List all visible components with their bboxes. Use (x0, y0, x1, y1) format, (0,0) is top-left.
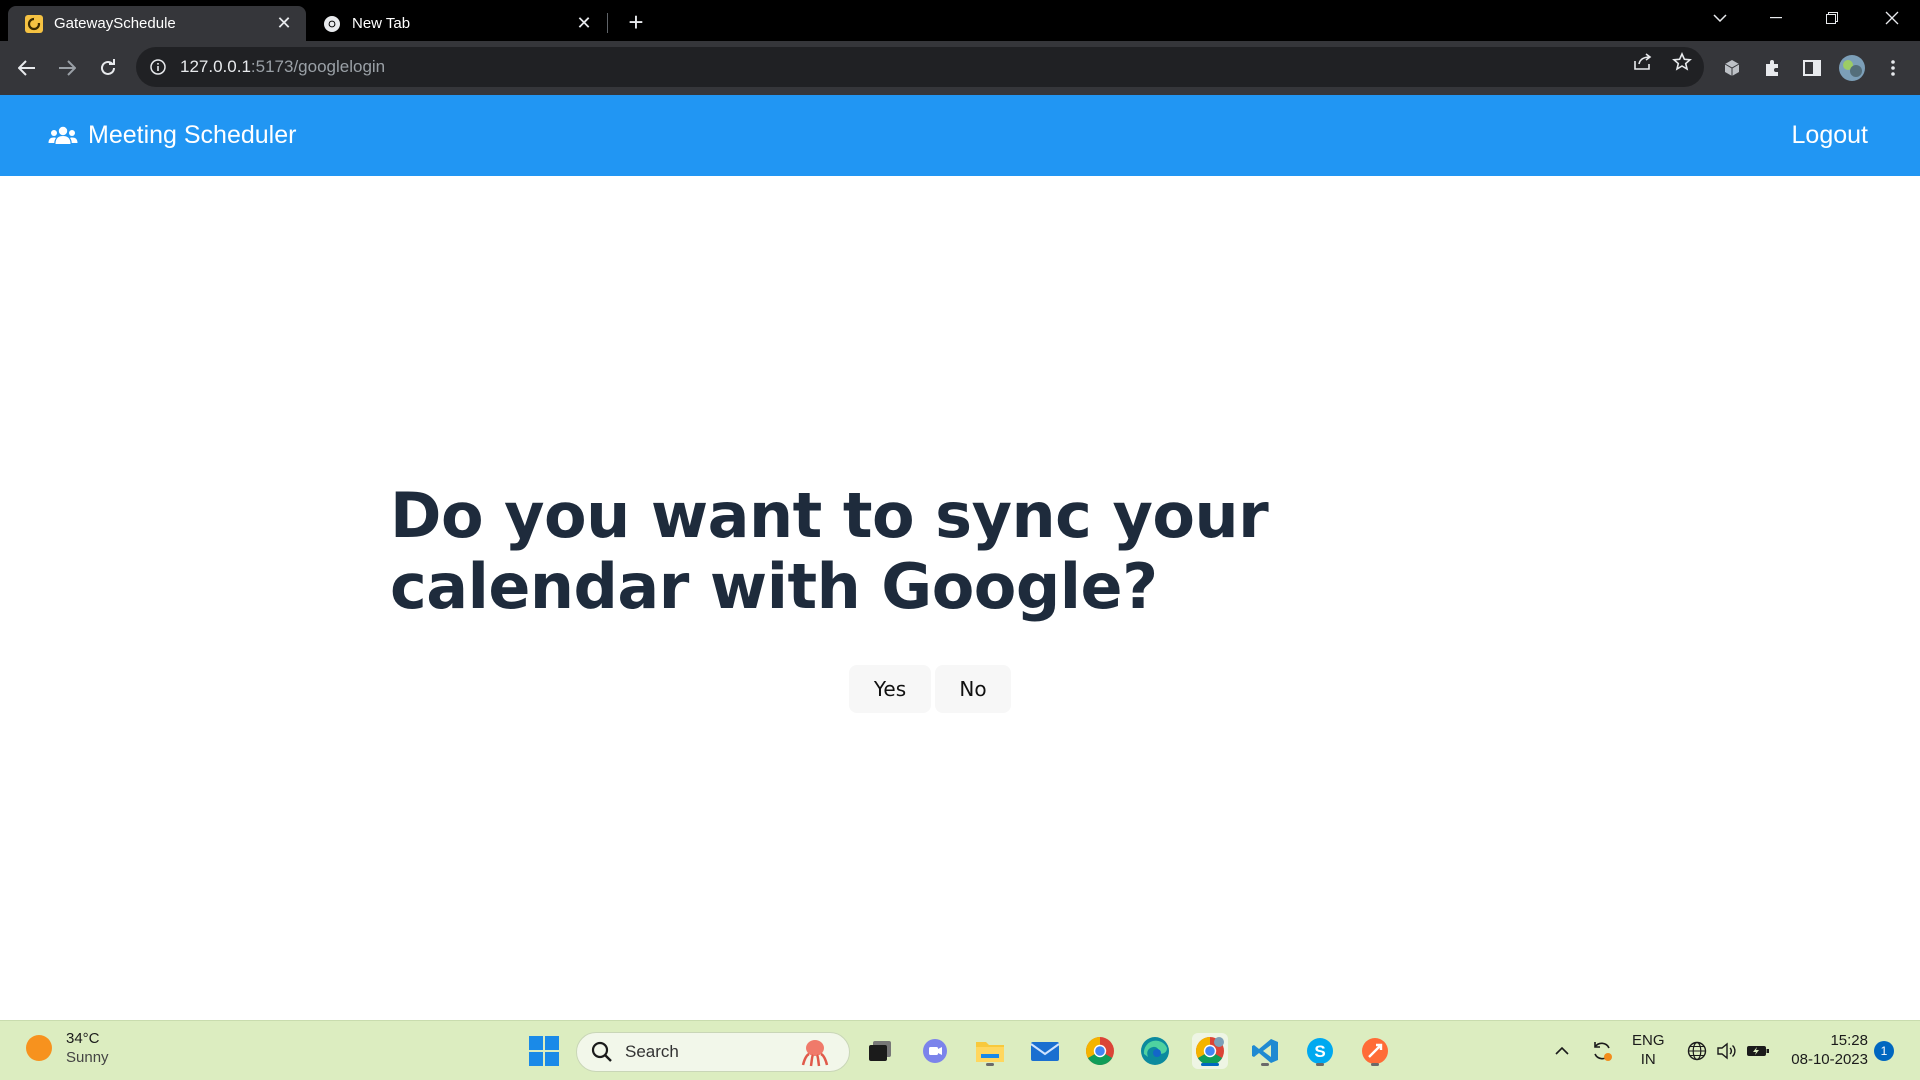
url-path: :5173/googlelogin (250, 57, 386, 76)
side-panel-icon[interactable] (1796, 52, 1828, 84)
weather-widget[interactable]: 34°C Sunny (26, 1029, 109, 1067)
yes-button[interactable]: Yes (849, 665, 931, 713)
weather-condition: Sunny (66, 1049, 109, 1066)
share-icon[interactable] (1631, 51, 1655, 73)
close-tab-icon[interactable]: ✕ (572, 12, 596, 36)
extension-cube-icon[interactable] (1716, 52, 1748, 84)
running-indicator (1316, 1063, 1324, 1066)
brand-title: Meeting Scheduler (88, 121, 297, 149)
sync-update-icon[interactable] (1588, 1021, 1616, 1080)
weather-temp: 34°C (66, 1030, 100, 1047)
svg-text:S: S (1314, 1042, 1325, 1061)
sun-icon (26, 1035, 52, 1061)
url-host: 127.0.0.1 (180, 57, 251, 76)
clock-time: 15:28 (1830, 1032, 1868, 1049)
logout-link[interactable]: Logout (1792, 95, 1868, 176)
plus-icon[interactable]: + (620, 7, 652, 37)
search-placeholder: Search (625, 1042, 679, 1061)
sync-question-heading: Do you want to sync your calendar with G… (390, 479, 1269, 623)
tab-search-icon[interactable] (1692, 0, 1748, 36)
close-tab-icon[interactable]: ✕ (272, 12, 296, 36)
chrome-active-icon[interactable] (1192, 1033, 1228, 1069)
browser-tab-strip: GatewaySchedule ✕ New Tab ✕ + (0, 0, 1920, 41)
postman-icon[interactable] (1357, 1033, 1393, 1069)
active-indicator (1201, 1063, 1219, 1066)
search-highlight-octopus-icon (801, 1040, 829, 1067)
language-code: ENG (1632, 1032, 1665, 1049)
no-button[interactable]: No (935, 665, 1011, 713)
teams-chat-icon[interactable] (917, 1033, 953, 1069)
forward-arrow-icon[interactable] (51, 52, 83, 84)
windows-start-icon[interactable] (526, 1033, 562, 1069)
users-icon (48, 126, 78, 144)
profile-avatar-icon[interactable] (1836, 52, 1868, 84)
mail-icon[interactable] (1027, 1033, 1063, 1069)
choice-buttons: Yes No (849, 665, 1011, 713)
running-indicator (1371, 1063, 1379, 1066)
task-view-icon[interactable] (862, 1033, 898, 1069)
clock-date: 08-10-2023 (1791, 1051, 1868, 1068)
brand[interactable]: Meeting Scheduler (48, 95, 296, 176)
extensions-puzzle-icon[interactable] (1756, 52, 1788, 84)
volume-icon[interactable] (1714, 1021, 1740, 1080)
notification-badge[interactable]: 1 (1874, 1041, 1894, 1061)
chrome-icon (322, 14, 342, 34)
running-indicator (986, 1063, 994, 1066)
system-clock[interactable]: 15:28 08-10-2023 (1782, 1031, 1868, 1069)
gateway-logo-icon (24, 14, 44, 34)
back-arrow-icon[interactable] (11, 52, 43, 84)
bookmark-star-icon[interactable] (1670, 51, 1694, 73)
file-explorer-icon[interactable] (972, 1033, 1008, 1069)
edge-icon[interactable] (1137, 1033, 1173, 1069)
region-code: IN (1640, 1051, 1656, 1068)
tab-new-tab[interactable]: New Tab ✕ (306, 6, 606, 41)
tab-title: New Tab (352, 15, 411, 32)
vscode-icon[interactable] (1247, 1033, 1283, 1069)
show-hidden-icons-chevron-icon[interactable] (1550, 1021, 1574, 1080)
address-bar[interactable]: 127.0.0.1:5173/googlelogin (136, 47, 1704, 87)
minimize-icon[interactable] (1748, 0, 1804, 36)
skype-icon[interactable]: S (1302, 1033, 1338, 1069)
reload-icon[interactable] (92, 52, 124, 84)
restore-icon[interactable] (1804, 0, 1860, 36)
tab-divider (607, 13, 608, 33)
network-globe-icon[interactable] (1684, 1021, 1710, 1080)
taskbar-search[interactable]: Search (576, 1032, 850, 1072)
language-indicator[interactable]: ENG IN (1632, 1031, 1665, 1069)
windows-taskbar: 34°C Sunny Search S ENG IN 15:28 08-10-2… (0, 1020, 1920, 1080)
tab-title: GatewaySchedule (54, 15, 176, 32)
browser-toolbar: 127.0.0.1:5173/googlelogin (0, 41, 1920, 95)
running-indicator (1261, 1063, 1269, 1066)
search-icon (591, 1041, 612, 1062)
app-navbar: Meeting Scheduler Logout (0, 95, 1920, 176)
browser-menu-icon[interactable] (1877, 52, 1909, 84)
chrome-icon[interactable] (1082, 1033, 1118, 1069)
site-info-icon[interactable] (148, 57, 168, 77)
battery-charging-icon[interactable] (1744, 1021, 1772, 1080)
tab-gatewayschedule[interactable]: GatewaySchedule ✕ (8, 6, 306, 41)
close-window-icon[interactable] (1864, 0, 1920, 36)
